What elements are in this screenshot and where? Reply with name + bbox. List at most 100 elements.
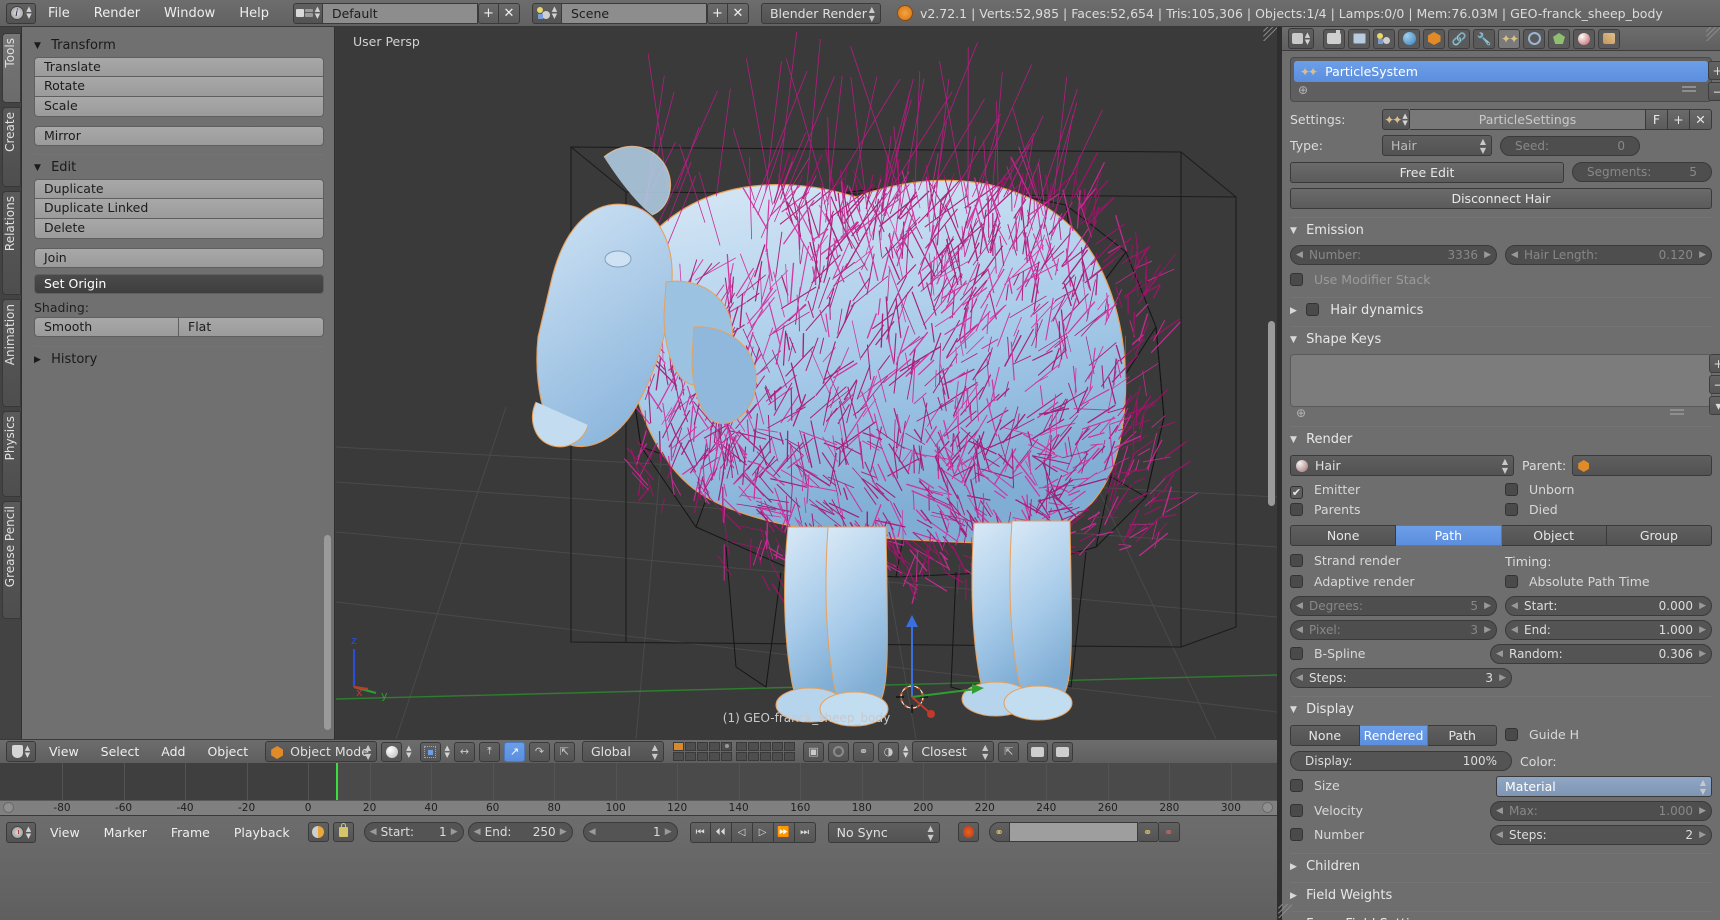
toolpanel-scrollbar[interactable]: [324, 535, 331, 730]
shape-key-specials-button[interactable]: ▾: [1709, 396, 1720, 415]
display-percent-field[interactable]: Display: 100%: [1290, 751, 1512, 771]
timeline-playback-menu[interactable]: Playback: [224, 822, 300, 844]
select-menu[interactable]: Select: [92, 740, 149, 764]
chevron-left-icon[interactable]: ◀: [1296, 621, 1303, 639]
chevron-right-icon[interactable]: ▶: [1484, 621, 1491, 639]
new-settings-button[interactable]: +: [1668, 109, 1690, 130]
checkbox-icon[interactable]: [1290, 503, 1303, 516]
size-checkbox-row[interactable]: Size: [1290, 776, 1488, 796]
specials-icon[interactable]: ⊕: [1298, 83, 1308, 97]
screen-layout-icon[interactable]: ▲ ▼: [292, 2, 323, 24]
snap-target-dropdown[interactable]: Closest: [912, 741, 995, 762]
layer-grid-block-2[interactable]: [735, 742, 795, 761]
adaptive-render-row[interactable]: Adaptive render: [1290, 572, 1497, 592]
timeline-marker-menu[interactable]: Marker: [94, 822, 157, 844]
add-screen-layout-button[interactable]: +: [477, 2, 499, 24]
properties-bottom-grip[interactable]: [1278, 904, 1292, 918]
chevron-right-icon[interactable]: ▶: [1699, 621, 1706, 639]
free-edit-button[interactable]: Free Edit: [1290, 162, 1564, 183]
pivot-chevron-icon[interactable]: ▲ ▼: [445, 744, 450, 759]
checkbox-icon[interactable]: [1290, 779, 1303, 792]
render-group-option[interactable]: Group: [1606, 525, 1712, 546]
proportional-edit-icon[interactable]: [827, 741, 849, 762]
chevron-right-icon[interactable]: ▶: [1499, 669, 1506, 687]
particle-type-dropdown[interactable]: Hair: [1382, 135, 1492, 156]
panel-header-shape-keys[interactable]: ▼ Shape Keys: [1290, 330, 1712, 350]
chevron-left-icon[interactable]: ◀: [1511, 621, 1518, 639]
sidebar-item-physics[interactable]: Physics: [2, 411, 21, 497]
chevron-left-icon[interactable]: ◀: [474, 823, 481, 841]
delete-keyframe-icon[interactable]: ⚭: [1158, 822, 1180, 842]
modifiers-icon[interactable]: 🔧: [1473, 28, 1495, 49]
checkbox-icon[interactable]: [1290, 486, 1303, 499]
particle-system-slot[interactable]: ✦✦ ParticleSystem: [1294, 61, 1708, 82]
render-object-option[interactable]: Object: [1501, 525, 1607, 546]
editor-type-timeline-icon[interactable]: ▲ ▼: [6, 822, 36, 843]
set-origin-button[interactable]: Set Origin: [34, 274, 324, 294]
remove-shape-key-button[interactable]: −: [1709, 375, 1720, 394]
chevron-left-icon[interactable]: ◀: [1296, 246, 1303, 264]
duplicate-linked-button[interactable]: Duplicate Linked: [34, 199, 324, 219]
snap-align-icon[interactable]: ⇱: [998, 741, 1020, 762]
render-icon[interactable]: [1323, 28, 1345, 49]
checkbox-icon[interactable]: [1290, 554, 1303, 567]
lock-icon[interactable]: [332, 822, 354, 842]
disconnect-hair-button[interactable]: Disconnect Hair: [1290, 188, 1712, 209]
checkbox-icon[interactable]: [1505, 483, 1518, 496]
chevron-left-icon[interactable]: ◀: [370, 823, 377, 841]
seed-field[interactable]: Seed: 0: [1500, 135, 1640, 156]
add-shape-key-button[interactable]: +: [1709, 354, 1720, 373]
scene-icon[interactable]: ▲ ▼: [531, 2, 562, 24]
display-path-option[interactable]: Path: [1428, 725, 1498, 746]
chevron-left-icon[interactable]: ◀: [1496, 802, 1503, 820]
panel-header-field-weights[interactable]: ▶ Field Weights: [1290, 886, 1712, 906]
smooth-button[interactable]: Smooth: [34, 317, 179, 337]
panel-header-display[interactable]: ▼ Display: [1290, 700, 1712, 720]
pixel-field[interactable]: ◀ Pixel: 3 ▶: [1290, 620, 1497, 640]
object-icon[interactable]: [1423, 28, 1445, 49]
render-none-option[interactable]: None: [1290, 525, 1397, 546]
panel-header-edit[interactable]: ▼ Edit: [34, 157, 324, 179]
chevron-left-icon[interactable]: ◀: [1296, 597, 1303, 615]
viewport-corner-grip[interactable]: [1263, 27, 1277, 41]
delete-scene-button[interactable]: ✕: [727, 2, 749, 24]
max-field[interactable]: ◀ Max: 1.000 ▶: [1490, 801, 1712, 821]
fake-user-toggle[interactable]: F: [1646, 109, 1668, 130]
particle-settings-name[interactable]: ParticleSettings: [1410, 109, 1646, 130]
start-frame-field[interactable]: ◀ Start: 1 ▶: [363, 822, 464, 842]
chevron-left-icon[interactable]: ◀: [1496, 826, 1503, 844]
use-modifier-stack-row[interactable]: Use Modifier Stack: [1290, 270, 1712, 290]
panel-header-hair-dynamics[interactable]: ▶ Hair dynamics: [1290, 301, 1712, 321]
layer-grid-block-1[interactable]: [672, 742, 732, 761]
chevron-right-icon[interactable]: ▶: [1699, 246, 1706, 264]
timeline-editor[interactable]: -80 -60 -40 -20 0 20 40 60 80 100 120 140 160 180 200 2…: [0, 763, 1302, 815]
checkbox-icon[interactable]: [1290, 804, 1303, 817]
end-frame-field[interactable]: ◀ End: 250 ▶: [467, 822, 573, 842]
timeline-frame-menu[interactable]: Frame: [161, 822, 220, 844]
color-mode-dropdown[interactable]: Material: [1496, 776, 1712, 797]
panel-header-force-field-settings[interactable]: ▶ Force Field Settings: [1290, 915, 1712, 920]
emission-number-field[interactable]: ◀ Number: 3336 ▶: [1290, 245, 1497, 265]
interaction-mode-dropdown[interactable]: Object Mode: [265, 741, 378, 762]
chevron-right-icon[interactable]: ▶: [665, 823, 672, 841]
strand-render-row[interactable]: Strand render: [1290, 551, 1497, 571]
menu-help[interactable]: Help: [227, 0, 281, 27]
snap-magnet-icon[interactable]: ⚭: [852, 741, 874, 762]
chevron-right-icon[interactable]: ▶: [1699, 597, 1706, 615]
previous-keyframe-button[interactable]: ⏴⏴: [710, 822, 732, 843]
velocity-checkbox-row[interactable]: Velocity: [1290, 801, 1482, 821]
checkbox-icon[interactable]: [1505, 503, 1518, 516]
chevron-left-icon[interactable]: ◀: [1511, 246, 1518, 264]
resize-grip-icon[interactable]: [1670, 409, 1684, 419]
display-none-option[interactable]: None: [1290, 725, 1360, 746]
rotate-manipulator-icon[interactable]: ↗: [503, 741, 525, 762]
checkbox-icon[interactable]: [1290, 575, 1303, 588]
menu-file[interactable]: File: [36, 0, 82, 27]
keying-set-icon[interactable]: ⚭: [988, 822, 1010, 842]
checkbox-icon[interactable]: [1505, 575, 1518, 588]
degrees-field[interactable]: ◀ Degrees: 5 ▶: [1290, 596, 1497, 616]
transform-orientation-dropdown[interactable]: Global: [581, 741, 664, 762]
chevron-right-icon[interactable]: ▶: [1699, 645, 1706, 663]
sidebar-item-tools[interactable]: Tools: [2, 33, 21, 103]
died-checkbox-row[interactable]: Died: [1505, 500, 1712, 520]
